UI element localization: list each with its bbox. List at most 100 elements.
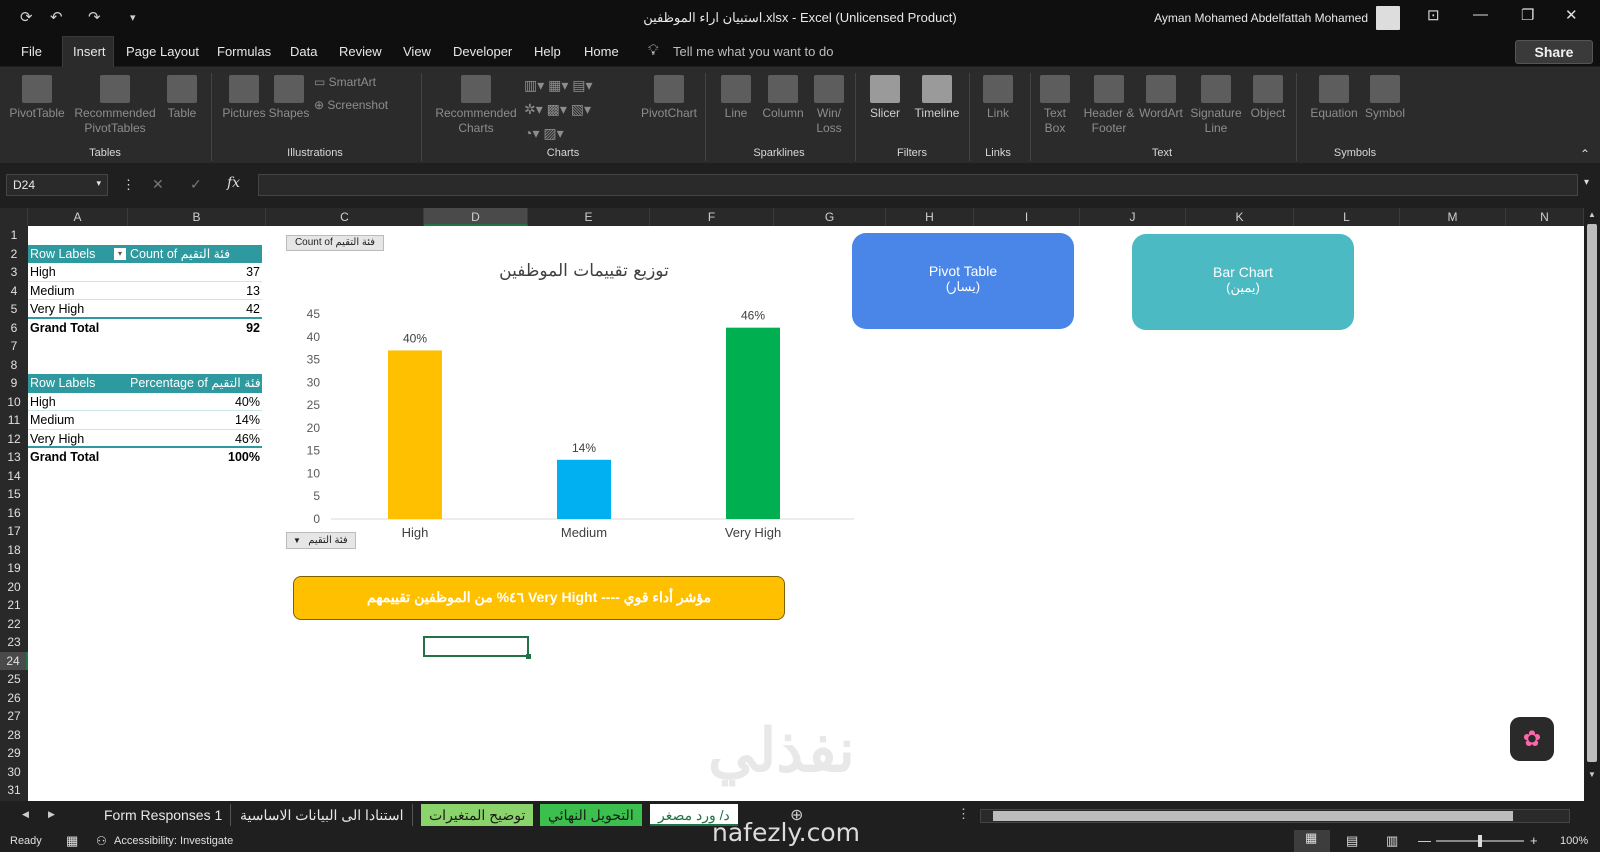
- col-header-n[interactable]: N: [1506, 208, 1584, 226]
- col-header-g[interactable]: G: [774, 208, 886, 226]
- vertical-scrollbar[interactable]: ▲ ▼: [1584, 208, 1600, 801]
- cancel-icon[interactable]: ✕: [152, 176, 164, 193]
- bar-very-high[interactable]: [726, 327, 780, 519]
- tab-review[interactable]: Review: [339, 44, 382, 59]
- col-header-l[interactable]: L: [1294, 208, 1400, 226]
- col-header-j[interactable]: J: [1080, 208, 1186, 226]
- row-header-26[interactable]: 26: [0, 689, 28, 708]
- row-header-4[interactable]: 4: [0, 282, 28, 301]
- normal-view-button[interactable]: ▦: [1294, 830, 1330, 852]
- row-header-28[interactable]: 28: [0, 726, 28, 745]
- pictures-button[interactable]: Pictures: [218, 75, 270, 121]
- collapse-ribbon-icon[interactable]: ⌃: [1580, 147, 1590, 161]
- more-options-icon[interactable]: ⋮: [122, 177, 135, 193]
- col-header-h[interactable]: H: [886, 208, 974, 226]
- row-header-19[interactable]: 19: [0, 559, 28, 578]
- recommended-pivottables-button[interactable]: Recommended PivotTables: [70, 75, 160, 136]
- tab-formulas[interactable]: Formulas: [217, 44, 271, 59]
- signature-line-button[interactable]: Signature Line: [1188, 75, 1244, 136]
- tab-home[interactable]: Home: [584, 44, 619, 59]
- bar-chart[interactable]: توزيع تقييمات الموظفين 0 5 10 15 20 25 30 35 40 4…: [286, 250, 856, 540]
- zoom-in-icon[interactable]: +: [1530, 833, 1538, 848]
- smartart-button[interactable]: ▭ SmartArt: [314, 75, 394, 90]
- worksheet-grid[interactable]: Row Labels ▾ Count of فئة التقيم High 37 M…: [28, 226, 1584, 801]
- tab-page-layout[interactable]: Page Layout: [126, 44, 199, 59]
- row-header-8[interactable]: 8: [0, 356, 28, 375]
- expand-formula-icon[interactable]: ▾: [1584, 177, 1589, 188]
- pivotchart-button[interactable]: PivotChart: [634, 75, 704, 121]
- fill-handle[interactable]: [526, 654, 531, 659]
- pivot2-header-row-labels[interactable]: Row Labels: [28, 374, 128, 393]
- insert-function-icon[interactable]: fx: [227, 175, 240, 191]
- horizontal-scroll-thumb[interactable]: [993, 811, 1513, 821]
- row-header-23[interactable]: 23: [0, 633, 28, 652]
- bar-medium[interactable]: [557, 459, 611, 519]
- row-header-24[interactable]: 24: [0, 651, 28, 670]
- shapes-button[interactable]: Shapes: [266, 75, 312, 121]
- status-accessibility[interactable]: Accessibility: Investigate: [114, 835, 233, 847]
- enter-icon[interactable]: ✓: [190, 176, 202, 193]
- sheet-tab-final[interactable]: التحويل النهائي: [540, 804, 642, 826]
- accessibility-icon[interactable]: ⚇: [96, 834, 107, 848]
- sheet-tab-basic-data[interactable]: استنادا الى البيانات الاساسية: [232, 804, 413, 826]
- row-header-13[interactable]: 13: [0, 448, 28, 467]
- formula-input[interactable]: [258, 174, 1578, 196]
- active-cell-d24[interactable]: [423, 636, 531, 659]
- select-all[interactable]: [0, 208, 28, 226]
- chart-type-gallery[interactable]: ▥▾ ▦▾ ▤▾ ✲▾ ▩▾ ▧▾ ◔▾ ▨▾: [524, 73, 624, 145]
- name-box[interactable]: D24 ▾: [6, 174, 108, 196]
- col-header-f[interactable]: F: [650, 208, 774, 226]
- pivot-table-shape-button[interactable]: Pivot Table (يسار): [852, 233, 1074, 329]
- row-header-17[interactable]: 17: [0, 522, 28, 541]
- tell-me-search[interactable]: Tell me what you want to do: [673, 44, 833, 59]
- horizontal-scrollbar[interactable]: [980, 809, 1570, 823]
- row-header-15[interactable]: 15: [0, 485, 28, 504]
- summary-banner[interactable]: ٤٦% من الموظفين تقييمهم Very Hight ---- …: [293, 576, 785, 620]
- wordart-button[interactable]: WordArt: [1136, 75, 1186, 121]
- row-header-25[interactable]: 25: [0, 670, 28, 689]
- col-header-k[interactable]: K: [1186, 208, 1294, 226]
- textbox-button[interactable]: Text Box: [1034, 75, 1076, 136]
- scroll-up-icon[interactable]: ▲: [1588, 210, 1596, 219]
- scroll-down-icon[interactable]: ▼: [1588, 770, 1596, 779]
- col-header-c[interactable]: C: [266, 208, 424, 226]
- row-header-7[interactable]: 7: [0, 337, 28, 356]
- zoom-level[interactable]: 100%: [1560, 835, 1588, 847]
- zoom-out-icon[interactable]: —: [1418, 833, 1431, 848]
- bar-high[interactable]: [388, 350, 442, 519]
- symbol-button[interactable]: Symbol: [1360, 75, 1410, 121]
- row-header-20[interactable]: 20: [0, 578, 28, 597]
- header-footer-button[interactable]: Header & Footer: [1082, 75, 1136, 136]
- row-header-14[interactable]: 14: [0, 467, 28, 486]
- row-header-2[interactable]: 2: [0, 245, 28, 264]
- prev-sheet-icon[interactable]: ◀: [22, 809, 29, 820]
- share-button[interactable]: Share: [1515, 40, 1593, 64]
- slicer-button[interactable]: Slicer: [862, 75, 908, 121]
- tab-view[interactable]: View: [403, 44, 431, 59]
- row-header-11[interactable]: 11: [0, 411, 28, 430]
- tab-data[interactable]: Data: [290, 44, 317, 59]
- row-header-30[interactable]: 30: [0, 763, 28, 782]
- col-header-d[interactable]: D: [424, 208, 528, 226]
- sheet-tab-variables[interactable]: توضيح المتغيرات: [421, 804, 534, 826]
- minimize-icon[interactable]: —: [1473, 6, 1488, 23]
- bar-chart-shape-button[interactable]: Bar Chart (يمين): [1132, 234, 1354, 330]
- tab-file[interactable]: File: [21, 44, 42, 59]
- link-button[interactable]: Link: [975, 75, 1021, 121]
- tab-developer[interactable]: Developer: [453, 44, 512, 59]
- page-layout-view-icon[interactable]: ▤: [1346, 833, 1358, 849]
- zoom-slider[interactable]: [1436, 835, 1524, 847]
- col-header-b[interactable]: B: [128, 208, 266, 226]
- row-header-6[interactable]: 6: [0, 319, 28, 338]
- col-header-m[interactable]: M: [1400, 208, 1506, 226]
- close-icon[interactable]: ✕: [1565, 6, 1578, 24]
- scroll-thumb[interactable]: [1587, 224, 1597, 762]
- ribbon-display-icon[interactable]: ⊡: [1427, 6, 1440, 24]
- sparkline-line-button[interactable]: Line: [710, 75, 762, 121]
- row-header-27[interactable]: 27: [0, 707, 28, 726]
- avatar[interactable]: [1376, 6, 1400, 30]
- chart-field-button[interactable]: Count of فئة التقيم: [286, 235, 384, 251]
- tab-help[interactable]: Help: [534, 44, 561, 59]
- timeline-button[interactable]: Timeline: [908, 75, 966, 121]
- table-button[interactable]: Table: [160, 75, 204, 121]
